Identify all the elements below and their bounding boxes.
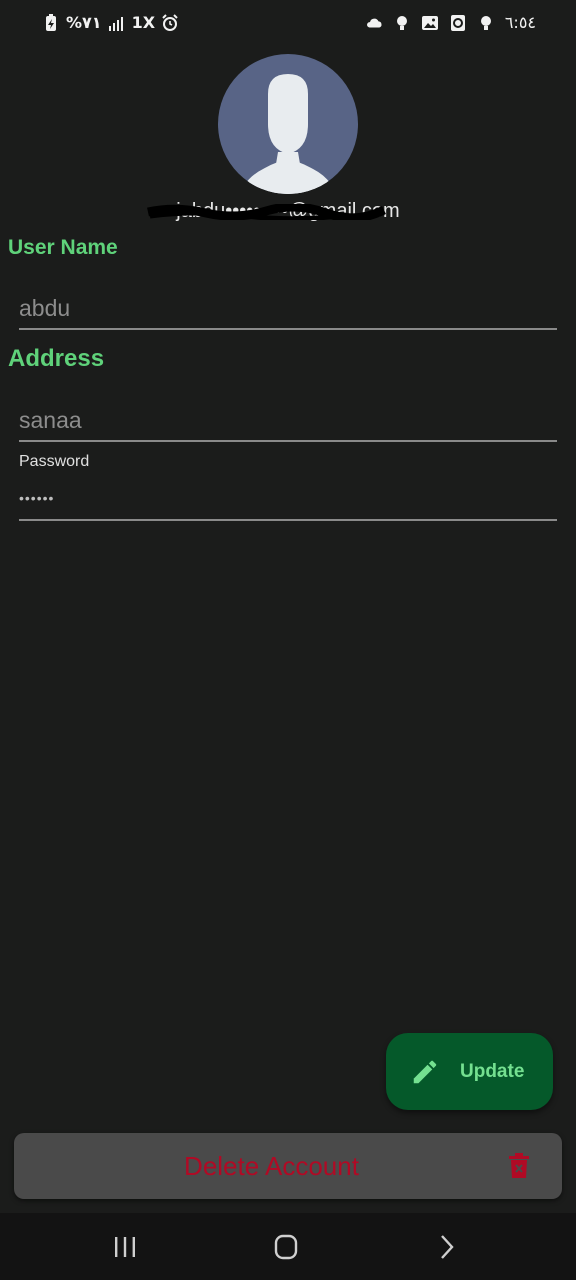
cloud-icon bbox=[366, 18, 382, 27]
recent-apps-icon[interactable] bbox=[110, 1233, 140, 1261]
clock: ٦:٥٤ bbox=[504, 13, 536, 32]
password-value: •••••• bbox=[19, 490, 55, 506]
address-value: sanaa bbox=[19, 407, 82, 433]
gallery-icon bbox=[421, 15, 438, 30]
delete-account-label: Delete Account bbox=[184, 1151, 359, 1181]
update-button[interactable]: Update bbox=[386, 1033, 553, 1110]
redaction-scribble bbox=[147, 204, 386, 220]
signal-icon bbox=[108, 16, 123, 31]
home-icon[interactable] bbox=[271, 1233, 301, 1261]
avatar[interactable] bbox=[218, 54, 358, 194]
trash-icon bbox=[509, 1153, 529, 1178]
lightbulb-icon bbox=[396, 15, 407, 30]
pencil-icon bbox=[413, 1060, 437, 1083]
password-label: Password bbox=[19, 453, 90, 470]
network-type: 1X bbox=[131, 13, 156, 32]
status-left: %٧١ 1X bbox=[42, 13, 179, 32]
delete-account-button[interactable]: Delete Account bbox=[14, 1133, 562, 1199]
status-bar: %٧١ 1X ٦:٥٤ bbox=[0, 0, 576, 48]
password-field[interactable]: •••••• bbox=[19, 482, 557, 521]
address-field[interactable]: sanaa bbox=[19, 407, 557, 442]
status-right: ٦:٥٤ bbox=[365, 13, 536, 32]
username-value: abdu bbox=[19, 295, 71, 321]
alarm-icon bbox=[162, 13, 178, 31]
navigation-bar bbox=[0, 1213, 576, 1280]
user-silhouette-icon bbox=[240, 74, 336, 194]
back-icon[interactable] bbox=[432, 1233, 462, 1261]
battery-percent: %٧١ bbox=[66, 13, 102, 32]
lightbulb-icon-2 bbox=[480, 15, 491, 30]
username-field[interactable]: abdu bbox=[19, 295, 557, 330]
username-label: User Name bbox=[8, 236, 118, 259]
address-label: Address bbox=[8, 345, 105, 372]
battery-charging-icon bbox=[46, 13, 56, 31]
app-notification-icon bbox=[450, 14, 465, 31]
update-label: Update bbox=[460, 1060, 525, 1082]
